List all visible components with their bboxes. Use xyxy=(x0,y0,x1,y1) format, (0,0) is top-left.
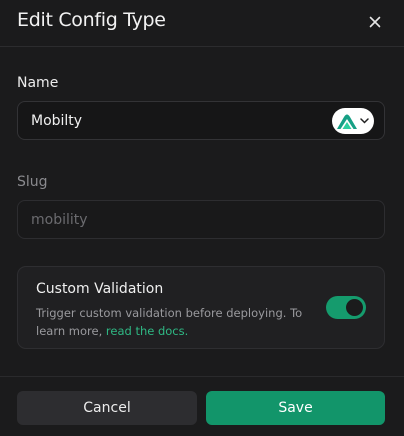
custom-validation-description: Trigger custom validation before deployi… xyxy=(36,304,306,340)
chevron-down-icon xyxy=(360,118,369,124)
close-icon xyxy=(369,16,381,28)
custom-validation-toggle[interactable] xyxy=(326,296,366,319)
save-button[interactable]: Save xyxy=(206,391,385,425)
slug-label: Slug xyxy=(17,174,48,190)
mountain-logo-icon xyxy=(337,114,357,129)
dialog-footer: Cancel Save xyxy=(0,376,404,436)
icon-picker-button[interactable] xyxy=(332,108,374,134)
cancel-button[interactable]: Cancel xyxy=(17,391,197,425)
edit-config-type-dialog: Edit Config Type Name Mobilty Slug mobil… xyxy=(0,0,404,436)
slug-field[interactable]: mobility xyxy=(17,200,385,239)
name-label: Name xyxy=(17,75,59,91)
close-button[interactable] xyxy=(364,11,386,33)
toggle-knob xyxy=(346,299,363,316)
read-docs-link[interactable]: read the docs. xyxy=(106,324,188,338)
name-field[interactable]: Mobilty xyxy=(17,101,385,140)
dialog-title: Edit Config Type xyxy=(17,9,166,31)
custom-validation-card: Custom Validation Trigger custom validat… xyxy=(17,266,385,349)
dialog-header: Edit Config Type xyxy=(0,0,404,47)
custom-validation-title: Custom Validation xyxy=(36,281,164,297)
slug-value: mobility xyxy=(31,211,88,228)
